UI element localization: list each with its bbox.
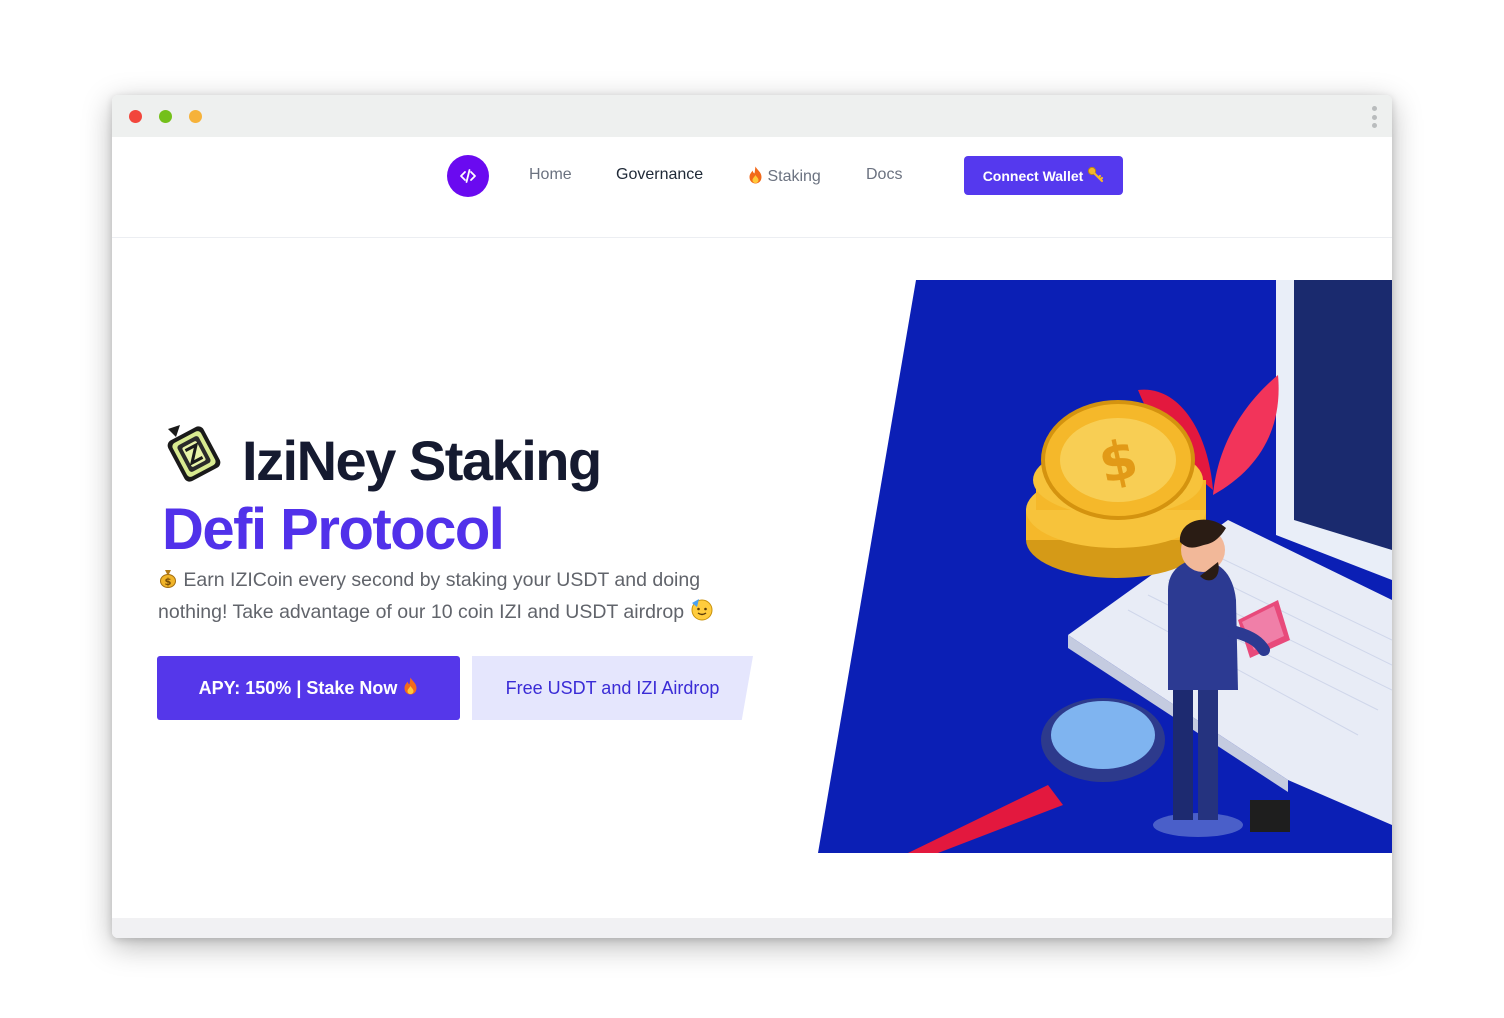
hero-illustration: $ <box>818 280 1392 853</box>
footer-strip <box>112 918 1392 938</box>
key-icon <box>1087 166 1104 186</box>
svg-text:$: $ <box>165 577 172 588</box>
izi-coin-logo-icon <box>162 421 226 500</box>
hero-title-line-1: IziNey Staking <box>242 428 602 492</box>
airdrop-label: Free USDT and IZI Airdrop <box>505 677 720 698</box>
fire-icon <box>748 166 763 189</box>
hero-title-line-2: Defi Protocol <box>162 497 505 562</box>
close-window-button[interactable] <box>129 110 142 123</box>
minimize-window-button[interactable] <box>159 110 172 123</box>
fire-icon <box>403 676 418 701</box>
hero-title: IziNey Staking Defi Protocol <box>162 421 602 562</box>
maximize-window-button[interactable] <box>189 110 202 123</box>
nav-link-governance[interactable]: Governance <box>616 166 703 184</box>
top-navigation: Home Governance Staking Docs Connect Wal… <box>112 137 1392 238</box>
more-options-icon[interactable] <box>1370 106 1378 128</box>
nav-link-docs[interactable]: Docs <box>866 166 902 184</box>
nav-link-home[interactable]: Home <box>529 166 572 184</box>
money-bag-icon: $ <box>158 568 178 597</box>
airdrop-button[interactable]: Free USDT and IZI Airdrop <box>472 656 753 720</box>
partying-face-icon <box>690 597 714 630</box>
connect-wallet-label: Connect Wallet <box>982 167 1084 184</box>
browser-window: Home Governance Staking Docs Connect Wal… <box>112 95 1392 938</box>
stake-now-button[interactable]: APY: 150% | Stake Now <box>157 656 460 720</box>
hero-subtitle: $ Earn IZICoin every second by staking y… <box>158 566 758 630</box>
connect-wallet-button[interactable]: Connect Wallet <box>964 156 1123 195</box>
stake-now-label: APY: 150% | Stake Now <box>198 677 398 698</box>
nav-link-staking[interactable]: Staking <box>748 166 821 189</box>
hero-subtitle-text: Earn IZICoin every second by staking you… <box>158 569 701 623</box>
browser-titlebar <box>112 95 1392 137</box>
code-logo-icon[interactable] <box>447 155 489 197</box>
